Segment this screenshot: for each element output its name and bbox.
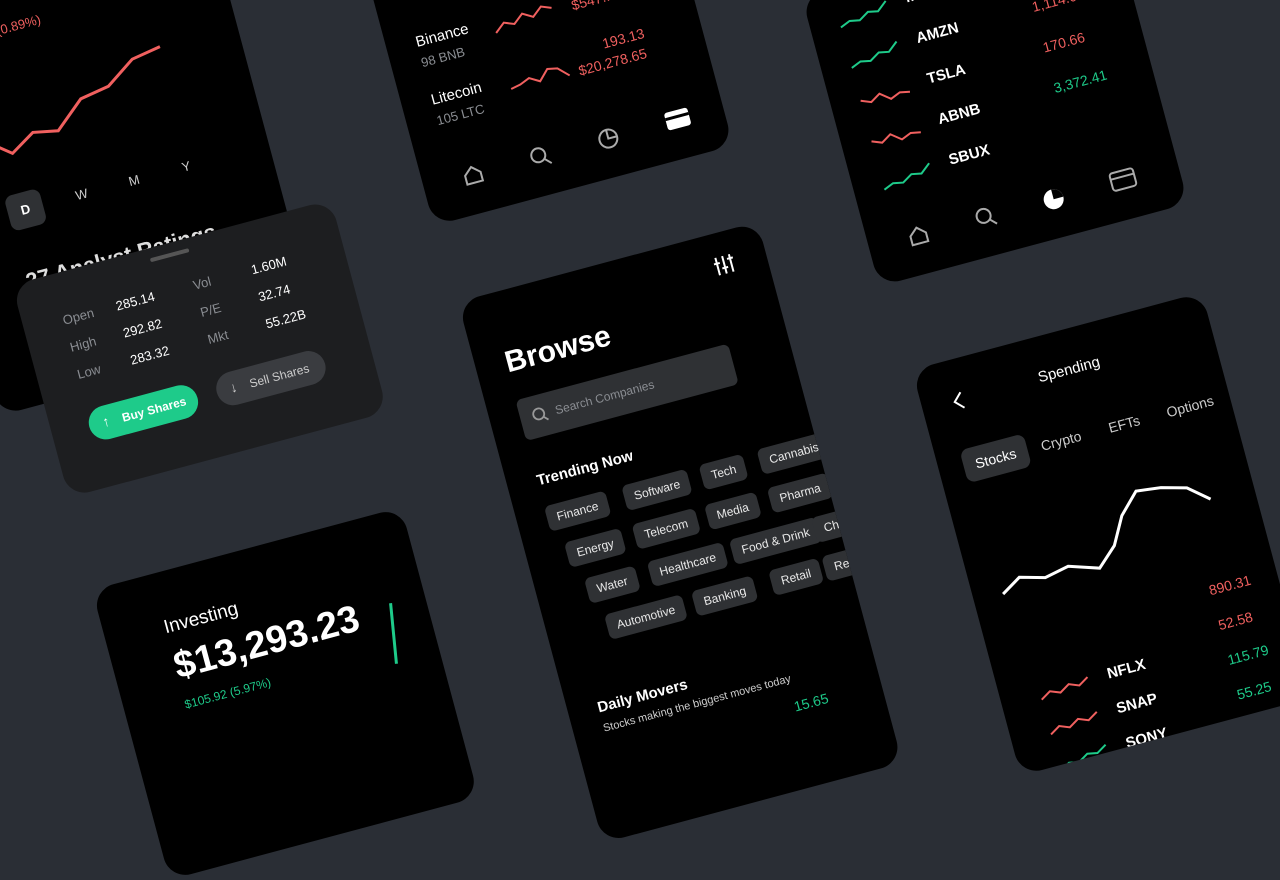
card-icon[interactable] [1108, 167, 1140, 198]
sparkline [840, 0, 887, 29]
page-title: Browse [501, 319, 615, 380]
ticker: SBUX [946, 141, 992, 169]
range-tab-d[interactable]: D [3, 187, 48, 232]
sell-shares-button[interactable]: ↓ Sell Shares [212, 347, 330, 410]
search-placeholder: Search Companies [553, 377, 656, 418]
mkt-label: Mkt [205, 327, 231, 347]
trending-chip[interactable]: Food & Drink [728, 516, 823, 566]
low-value: 283.32 [128, 342, 171, 368]
sparkline [1060, 743, 1107, 772]
search-icon[interactable] [973, 204, 1001, 236]
trending-chip[interactable]: Telecom [631, 507, 701, 550]
trending-chip[interactable]: Tech [698, 453, 750, 491]
vol-label: Vol [191, 273, 213, 293]
crypto-card: Binance 98 BNB $547... Litecoin 105 LTC … [366, 0, 734, 226]
ticker: TSLA [925, 60, 968, 88]
trending-chip[interactable]: Ch [810, 508, 852, 544]
open-value: 285.14 [114, 288, 157, 314]
ticker: SONY [1123, 724, 1170, 753]
home-icon[interactable] [460, 161, 488, 193]
crypto-value-binance: $547... [569, 0, 616, 14]
ticker: SNAP [1114, 690, 1160, 718]
investing-card: Investing $13,293.23 $105.92 (5.97%) [92, 507, 479, 880]
investing-line [389, 603, 398, 664]
trending-chip[interactable]: Retail [768, 557, 824, 597]
tab-options[interactable]: Options [1165, 392, 1216, 420]
trending-heading: Trending Now [534, 447, 636, 490]
spending-title: Spending [1036, 353, 1102, 387]
back-chevron-icon[interactable] [949, 390, 969, 418]
pe-label: P/E [198, 299, 223, 320]
home-icon[interactable] [905, 222, 933, 254]
ticker-value: 1,114.00 [1030, 0, 1086, 15]
movers-value: 15.65 [792, 689, 831, 715]
ticker: NFLX [1105, 655, 1148, 683]
vol-value: 1.60M [249, 253, 289, 278]
buy-shares-button[interactable]: ↑ Buy Shares [84, 381, 202, 444]
trending-chip[interactable]: Cannabis [756, 431, 832, 475]
arrow-down-icon: ↓ [228, 378, 239, 396]
crypto-value-litecoin: $20,278.65 [576, 45, 649, 79]
trending-chip[interactable]: Automotive [603, 594, 688, 640]
trending-chip[interactable]: Water [583, 565, 641, 604]
ticker-value: 115.79 [1225, 641, 1271, 668]
trending-chip[interactable]: Software [621, 468, 693, 512]
range-tab-y[interactable]: Y [180, 158, 192, 175]
price-line [0, 45, 161, 156]
ticker-value: 52.58 [1216, 608, 1255, 634]
high-value: 292.82 [121, 315, 164, 341]
range-tab-w[interactable]: W [74, 186, 90, 204]
binance-sparkline [495, 5, 552, 34]
ticker: MSFT [903, 0, 947, 6]
ticker-value: 3,372.41 [1051, 66, 1109, 97]
buy-shares-label: Buy Shares [120, 394, 188, 425]
trending-chip[interactable]: Banking [690, 575, 759, 617]
sell-shares-label: Sell Shares [247, 361, 311, 391]
sparkline [851, 40, 898, 69]
trending-chip[interactable]: Finance [543, 490, 612, 532]
showcase-canvas: { "card_stock_detail": { "price_change":… [0, 0, 1280, 880]
trending-chip[interactable]: Healthcare [646, 541, 729, 588]
sparkline [860, 90, 911, 104]
search-icon[interactable] [527, 143, 555, 175]
spending-line [1002, 486, 1212, 596]
sparkline [1041, 676, 1089, 701]
spending-card: Spending Stocks Crypto EFTs Options 890.… [912, 292, 1280, 776]
tab-stocks[interactable]: Stocks [959, 433, 1033, 484]
trending-chip[interactable]: Real Est [821, 539, 892, 582]
search-icon [530, 405, 551, 429]
pe-value: 32.74 [256, 281, 292, 305]
high-label: High [68, 333, 98, 355]
browse-card: Browse Search Companies Trending Now Fin… [458, 221, 903, 843]
ticker: ABNB [936, 100, 983, 129]
sparkline [871, 131, 921, 144]
pie-chart-icon[interactable] [595, 125, 623, 157]
filter-icon[interactable] [711, 251, 739, 283]
arrow-up-icon: ↑ [100, 412, 112, 430]
tab-crypto[interactable]: Crypto [1039, 428, 1083, 454]
spending-rows: 890.31 NFLX 52.58 SNAP 115.79 SONY 55.25 [912, 292, 1273, 772]
sparkline [1050, 711, 1098, 736]
trending-chip[interactable]: Pharma [766, 472, 834, 514]
ticker: AMZN [914, 19, 961, 47]
sparkline [883, 162, 930, 191]
litecoin-sparkline [510, 67, 571, 90]
trending-chip[interactable]: Media [703, 491, 762, 531]
sheet-handle[interactable] [149, 248, 190, 263]
watchlist-card: MSFT3,372.41AMZN1,114.00TSLA170.66ABNB3,… [801, 0, 1189, 287]
trending-chip[interactable]: Energy [563, 527, 627, 568]
pie-chart-icon[interactable] [1040, 186, 1068, 218]
ticker-value: 170.66 [1041, 28, 1087, 56]
low-label: Low [75, 361, 103, 382]
range-tab-m[interactable]: M [127, 172, 141, 189]
ticker-value: 55.25 [1235, 678, 1274, 703]
tab-efts[interactable]: EFTs [1107, 412, 1142, 436]
open-label: Open [60, 305, 96, 328]
mkt-value: 55.22B [263, 306, 308, 332]
card-icon[interactable] [662, 106, 694, 137]
